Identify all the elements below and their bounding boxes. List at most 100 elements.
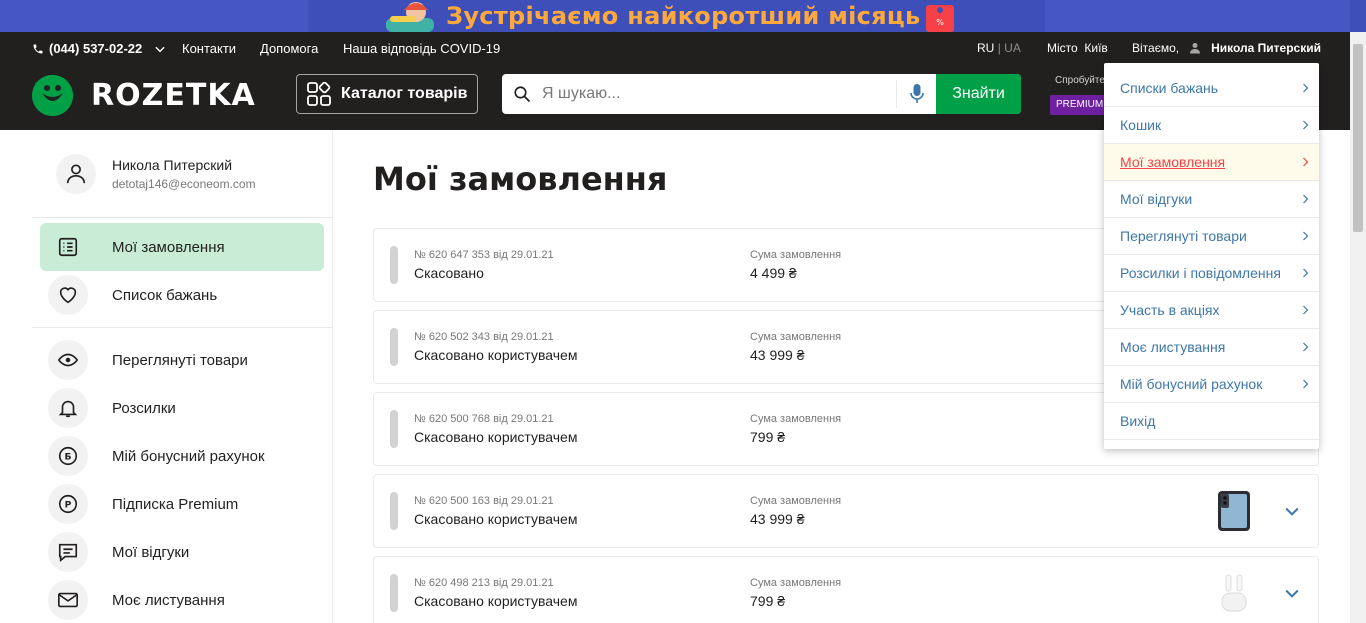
sidebar-item-label: Розсилки: [112, 399, 176, 417]
order-status: Скасовано користувачем: [414, 511, 578, 527]
menu-item-logout[interactable]: Вихід: [1104, 403, 1319, 440]
sidebar-item-newsletters[interactable]: Розсилки: [40, 384, 324, 432]
menu-item-label: Списки бажань: [1120, 80, 1219, 96]
city-name: Київ: [1084, 41, 1108, 55]
chevron-down-icon[interactable]: [1282, 501, 1302, 521]
search-input[interactable]: [542, 74, 896, 114]
order-sum: 43 999 ₴: [750, 347, 805, 363]
phone-dropdown[interactable]: (044) 537-02-22: [32, 41, 167, 56]
contacts-link[interactable]: Контакти: [182, 41, 236, 56]
order-sum-label: Сума замовлення: [750, 413, 842, 425]
microphone-icon[interactable]: [896, 80, 936, 108]
sidebar-item-premium[interactable]: P Підписка Premium: [40, 480, 324, 528]
sidebar-item-bonus[interactable]: Б Мій бонусний рахунок: [40, 432, 324, 480]
phone-icon: [33, 44, 43, 53]
menu-item-bonus[interactable]: Мій бонусний рахунок: [1104, 366, 1319, 403]
covid-link[interactable]: Наша відповідь COVID-19: [343, 41, 500, 56]
sidebar-item-viewed[interactable]: Переглянуті товари: [40, 336, 324, 384]
page-title: Мої замовлення: [373, 160, 668, 198]
sidebar-item-messages[interactable]: Моє листування: [40, 576, 324, 623]
menu-item-cart[interactable]: Кошик: [1104, 107, 1319, 144]
orders-list-icon: [48, 227, 88, 267]
order-number: № 620 500 768 від 29.01.21: [414, 413, 554, 425]
svg-text:P: P: [65, 500, 72, 511]
reviews-icon: [48, 532, 88, 572]
chevron-right-icon: [1303, 268, 1309, 278]
order-status-bar: [390, 574, 398, 612]
premium-hint: Спробуйте: [1055, 75, 1105, 86]
menu-item-reviews[interactable]: Мої відгуки: [1104, 181, 1319, 218]
promo-character-illustration: [386, 2, 434, 32]
chevron-down-icon[interactable]: [1282, 583, 1302, 603]
product-thumbnail-phone: [1218, 491, 1250, 531]
lang-ua[interactable]: UA: [1004, 41, 1021, 55]
chevron-right-icon: [1303, 83, 1309, 93]
sidebar-item-label: Мої відгуки: [112, 543, 190, 561]
avatar: [56, 154, 96, 194]
heart-icon: [48, 275, 88, 315]
chevron-right-icon: [1303, 157, 1309, 167]
account-sidebar: Никола Питерский detotaj146@econeom.com …: [0, 130, 333, 623]
bonus-icon: Б: [48, 436, 88, 476]
chevron-right-icon: [1303, 194, 1309, 204]
order-number: № 620 500 163 від 29.01.21: [414, 495, 554, 507]
product-thumbnail-earbuds: [1221, 574, 1247, 612]
menu-item-wishlists[interactable]: Списки бажань: [1104, 70, 1319, 107]
menu-item-label: Переглянуті товари: [1120, 228, 1247, 244]
profile-email: detotaj146@econeom.com: [112, 177, 256, 191]
order-status-bar: [390, 492, 398, 530]
svg-text:%: %: [936, 18, 944, 27]
bell-icon: [48, 388, 88, 428]
order-card[interactable]: № 620 498 213 від 29.01.21 Скасовано кор…: [373, 556, 1319, 623]
sidebar-item-label: Моє листування: [112, 591, 225, 609]
city-selector[interactable]: Місто Київ: [1047, 41, 1108, 55]
search-button[interactable]: Знайти: [936, 74, 1021, 114]
sidebar-item-label: Підписка Premium: [112, 495, 239, 513]
profile-block[interactable]: Никола Питерский detotaj146@econeom.com: [56, 154, 256, 194]
order-status: Скасовано користувачем: [414, 347, 578, 363]
promo-banner[interactable]: Зустрічаємо найкоротший місяць %: [0, 0, 1366, 32]
user-icon: [1190, 43, 1201, 54]
menu-item-label: Моє листування: [1120, 339, 1226, 355]
menu-item-label: Вихід: [1120, 413, 1156, 429]
user-menu-trigger[interactable]: Вітаємо, Никола Питерский: [1132, 41, 1321, 55]
menu-item-label: Участь в акціях: [1120, 302, 1220, 318]
promo-sale-tag-icon: %: [926, 5, 954, 32]
eye-icon: [48, 340, 88, 380]
search-bar: Знайти: [502, 74, 1021, 114]
menu-item-orders[interactable]: Мої замовлення: [1104, 144, 1319, 181]
order-status-bar: [390, 328, 398, 366]
menu-item-label: Мій бонусний рахунок: [1120, 376, 1263, 392]
order-status: Скасовано користувачем: [414, 593, 578, 609]
menu-item-label: Мої замовлення: [1120, 154, 1226, 170]
order-sum: 4 499 ₴: [750, 265, 797, 281]
menu-item-label: Кошик: [1120, 117, 1162, 133]
order-status-bar: [390, 246, 398, 284]
menu-item-viewed[interactable]: Переглянуті товари: [1104, 218, 1319, 255]
scrollbar-thumb[interactable]: [1353, 44, 1363, 232]
sidebar-item-label: Переглянуті товари: [112, 351, 248, 369]
page-scrollbar[interactable]: [1350, 32, 1366, 623]
order-sum: 799 ₴: [750, 593, 786, 609]
order-status: Скасовано: [414, 265, 484, 281]
lang-ru[interactable]: RU: [977, 41, 994, 55]
sidebar-item-reviews[interactable]: Мої відгуки: [40, 528, 324, 576]
menu-item-promotions[interactable]: Участь в акціях: [1104, 292, 1319, 329]
order-sum-label: Сума замовлення: [750, 331, 842, 343]
menu-item-messages[interactable]: Моє листування: [1104, 329, 1319, 366]
catalog-label: Каталог товарів: [341, 85, 468, 102]
phone-number: (044) 537-02-22: [49, 41, 143, 56]
premium-badge[interactable]: PREMIUM: [1050, 95, 1106, 115]
order-number: № 620 647 353 від 29.01.21: [414, 249, 554, 261]
help-link[interactable]: Допомога: [260, 41, 318, 56]
sidebar-item-orders[interactable]: Мої замовлення: [40, 223, 324, 271]
menu-item-label: Мої відгуки: [1120, 191, 1193, 207]
user-icon: [66, 164, 86, 184]
chevron-right-icon: [1303, 305, 1309, 315]
rozetka-logo[interactable]: ROZETKA: [32, 75, 256, 116]
premium-icon: P: [48, 484, 88, 524]
catalog-button[interactable]: Каталог товарів: [296, 74, 478, 114]
menu-item-newsletters[interactable]: Розсилки і повідомлення: [1104, 255, 1319, 292]
order-card[interactable]: № 620 500 163 від 29.01.21 Скасовано кор…: [373, 474, 1319, 548]
sidebar-item-wishlist[interactable]: Список бажань: [40, 271, 324, 319]
